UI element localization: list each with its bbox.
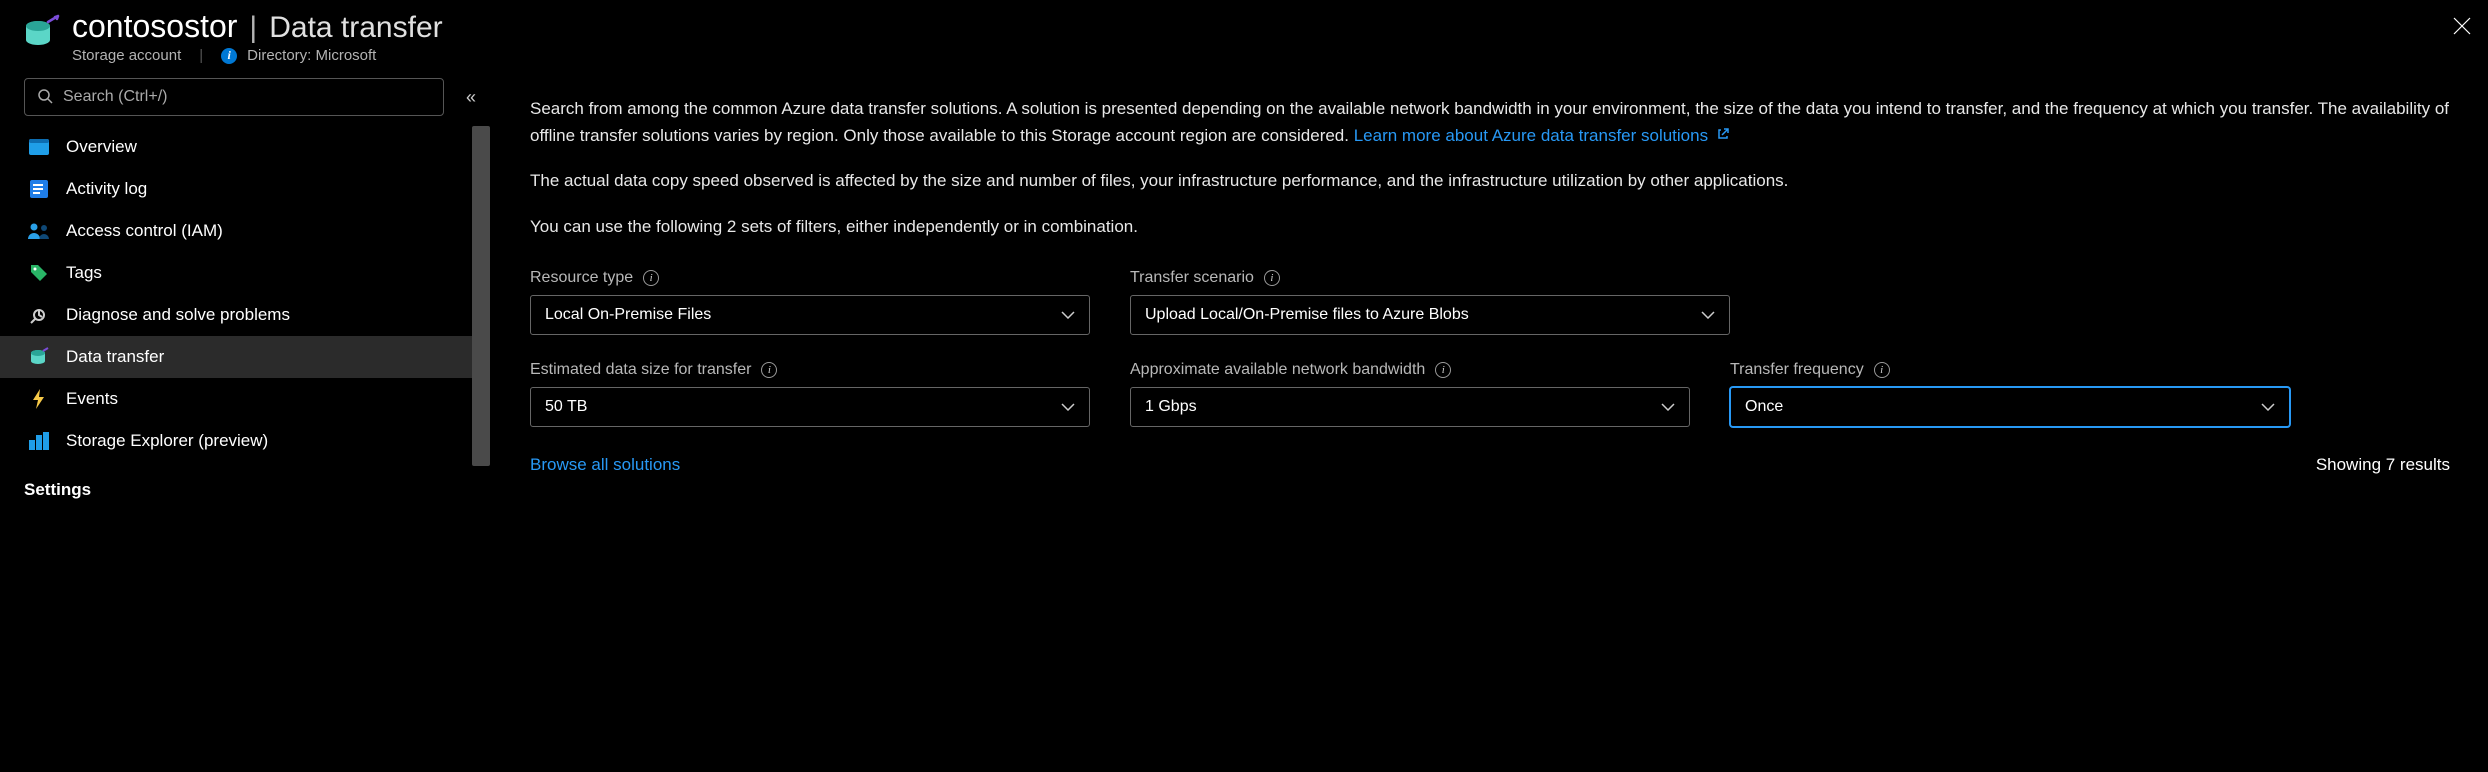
title-separator: |: [249, 11, 257, 45]
nav-item-diagnose[interactable]: Diagnose and solve problems: [0, 294, 490, 336]
intro-paragraph-2: The actual data copy speed observed is a…: [530, 168, 2450, 194]
events-icon: [28, 388, 50, 410]
nav-label: Tags: [66, 263, 102, 283]
filter-label: Transfer scenario: [1130, 269, 1254, 287]
overview-icon: [28, 136, 50, 158]
nav-label: Access control (IAM): [66, 221, 223, 241]
info-icon[interactable]: i: [761, 362, 777, 378]
access-control-icon: [28, 220, 50, 242]
page-header: contosostor | Data transfer Storage acco…: [0, 0, 2488, 68]
info-icon[interactable]: i: [643, 270, 659, 286]
frequency-select[interactable]: Once: [1730, 387, 2290, 427]
bandwidth-select[interactable]: 1 Gbps: [1130, 387, 1690, 427]
resource-type-select[interactable]: Local On-Premise Files: [530, 295, 1090, 335]
intro-paragraph-3: You can use the following 2 sets of filt…: [530, 214, 2450, 240]
activity-log-icon: [28, 178, 50, 200]
directory-label: Directory: Microsoft: [247, 47, 376, 64]
resource-type-label: Storage account: [72, 47, 181, 64]
nav-list: Overview Activity log Access control (IA…: [0, 126, 490, 772]
section-header-settings: Settings: [0, 462, 490, 508]
nav-label: Diagnose and solve problems: [66, 305, 290, 325]
filter-resource-type: Resource type i Local On-Premise Files: [530, 269, 1090, 335]
close-button[interactable]: [2450, 14, 2474, 38]
collapse-sidebar-button[interactable]: «: [466, 87, 476, 108]
filter-transfer-scenario: Transfer scenario i Upload Local/On-Prem…: [1130, 269, 1730, 335]
data-transfer-icon: [28, 346, 50, 368]
browse-all-solutions-link[interactable]: Browse all solutions: [530, 455, 680, 475]
filter-bandwidth: Approximate available network bandwidth …: [1130, 361, 1690, 427]
info-icon[interactable]: i: [1435, 362, 1451, 378]
sidebar-scrollbar[interactable]: [472, 126, 490, 686]
search-icon: [37, 88, 53, 107]
sidebar: « Overview Activity log: [0, 68, 490, 772]
nav-item-events[interactable]: Events: [0, 378, 490, 420]
resource-name: contosostor: [72, 8, 237, 45]
chevron-down-icon: [1661, 398, 1675, 416]
nav-item-data-transfer[interactable]: Data transfer: [0, 336, 490, 378]
filter-label: Estimated data size for transfer: [530, 361, 751, 379]
nav-item-overview[interactable]: Overview: [0, 126, 490, 168]
intro-paragraph-1: Search from among the common Azure data …: [530, 96, 2450, 148]
nav-label: Events: [66, 389, 118, 409]
filter-frequency: Transfer frequency i Once: [1730, 361, 2290, 427]
sidebar-scrollbar-thumb[interactable]: [472, 126, 490, 466]
storage-explorer-icon: [28, 430, 50, 452]
chevron-down-icon: [1061, 306, 1075, 324]
nav-item-activity-log[interactable]: Activity log: [0, 168, 490, 210]
tags-icon: [28, 262, 50, 284]
filter-data-size: Estimated data size for transfer i 50 TB: [530, 361, 1090, 427]
chevron-down-icon: [2261, 398, 2275, 416]
nav-item-storage-explorer[interactable]: Storage Explorer (preview): [0, 420, 490, 462]
filter-label: Resource type: [530, 269, 633, 287]
info-icon[interactable]: i: [1874, 362, 1890, 378]
info-icon[interactable]: i: [221, 48, 237, 64]
nav-label: Data transfer: [66, 347, 164, 367]
storage-account-icon: [20, 14, 60, 54]
nav-label: Activity log: [66, 179, 147, 199]
learn-more-link[interactable]: Learn more about Azure data transfer sol…: [1354, 126, 1729, 145]
chevron-down-icon: [1061, 398, 1075, 416]
nav-item-tags[interactable]: Tags: [0, 252, 490, 294]
data-size-select[interactable]: 50 TB: [530, 387, 1090, 427]
info-icon[interactable]: i: [1264, 270, 1280, 286]
main-content: Search from among the common Azure data …: [490, 68, 2488, 772]
nav-item-access-control[interactable]: Access control (IAM): [0, 210, 490, 252]
results-count: Showing 7 results: [2316, 455, 2450, 475]
nav-label: Storage Explorer (preview): [66, 431, 268, 451]
external-link-icon: [1717, 122, 1729, 148]
diagnose-icon: [28, 304, 50, 326]
filter-label: Transfer frequency: [1730, 361, 1864, 379]
page-title: Data transfer: [269, 11, 442, 45]
nav-label: Overview: [66, 137, 137, 157]
sidebar-search[interactable]: [24, 78, 444, 116]
transfer-scenario-select[interactable]: Upload Local/On-Premise files to Azure B…: [1130, 295, 1730, 335]
chevron-down-icon: [1701, 306, 1715, 324]
filter-label: Approximate available network bandwidth: [1130, 361, 1425, 379]
search-input[interactable]: [63, 88, 431, 106]
